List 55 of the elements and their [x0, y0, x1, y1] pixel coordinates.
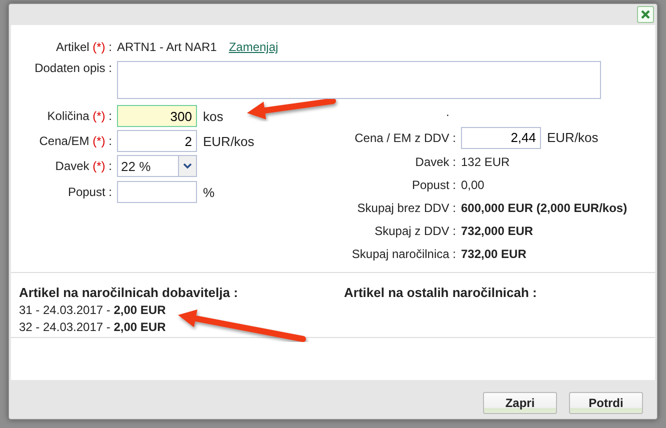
- field-label: Skupaj brez DDV: [357, 201, 450, 215]
- field-label: Popust: [68, 185, 106, 199]
- field-value: 732,000 EUR: [461, 224, 534, 238]
- field-label: Cena/EM: [39, 134, 90, 148]
- note-mark: .: [446, 105, 450, 119]
- field-label: Cena / EM z DDV: [354, 130, 450, 144]
- field-value: 132 EUR: [461, 155, 510, 169]
- field-label: Količina: [47, 109, 90, 123]
- section-title: Artikel na naročilnicah dobavitelja :: [19, 285, 239, 300]
- label-colon: :: [108, 134, 112, 148]
- input-field[interactable]: 2: [117, 130, 197, 152]
- label-colon: :: [108, 185, 112, 199]
- field-label: Skupaj naročilnica: [352, 247, 450, 261]
- close-button[interactable]: [637, 6, 654, 23]
- field-label: Davek: [55, 159, 90, 173]
- field-label: Artikel: [56, 40, 90, 54]
- label-colon: :: [108, 61, 112, 75]
- description-field[interactable]: [117, 61, 601, 99]
- label-colon: :: [452, 201, 456, 215]
- field-value: 732,00 EUR: [461, 247, 526, 261]
- unit-label: kos: [203, 108, 224, 124]
- label-colon: :: [452, 130, 456, 144]
- order-entry: 32 - 24.03.2017 - 2,00 EUR: [19, 319, 166, 336]
- required-mark: (*): [92, 134, 106, 148]
- label-colon: :: [452, 247, 456, 261]
- field-label: Davek: [415, 155, 450, 169]
- label-colon: :: [108, 159, 112, 173]
- order-entry: 31 - 24.03.2017 - 2,00 EUR: [19, 302, 166, 319]
- close-icon: [640, 9, 651, 20]
- section-title: Artikel na ostalih naročilnicah :: [344, 285, 538, 300]
- label-colon: :: [452, 224, 456, 238]
- input-field[interactable]: 2,44: [461, 126, 541, 148]
- unit-label: %: [203, 184, 215, 200]
- unit-label: EUR/kos: [203, 134, 254, 148]
- label-colon: :: [108, 40, 112, 54]
- tax-select[interactable]: 22 %: [117, 155, 197, 177]
- field-value: 600,000 EUR (2,000 EUR/kos): [461, 201, 628, 215]
- label-colon: :: [108, 109, 112, 123]
- replace-link[interactable]: Zamenjaj: [228, 40, 278, 54]
- field-value: 0,00: [461, 178, 484, 192]
- unit-label: EUR/kos: [547, 130, 598, 145]
- field-label: Skupaj z DDV: [374, 224, 450, 238]
- article-value: ARTN1 - Art NAR1: [117, 40, 217, 54]
- input-field[interactable]: 300: [117, 105, 197, 127]
- field-label: Popust: [412, 178, 450, 192]
- input-field[interactable]: [117, 181, 197, 203]
- label-colon: :: [452, 155, 456, 169]
- caret-icon: [183, 163, 192, 169]
- required-mark: (*): [92, 40, 106, 54]
- dialog-button[interactable]: Zapri: [483, 392, 557, 414]
- field-label: Dodaten opis: [34, 61, 106, 75]
- required-mark: (*): [92, 159, 106, 173]
- required-mark: (*): [92, 109, 106, 123]
- dialog-button[interactable]: Potrdi: [569, 392, 643, 414]
- label-colon: :: [452, 178, 456, 192]
